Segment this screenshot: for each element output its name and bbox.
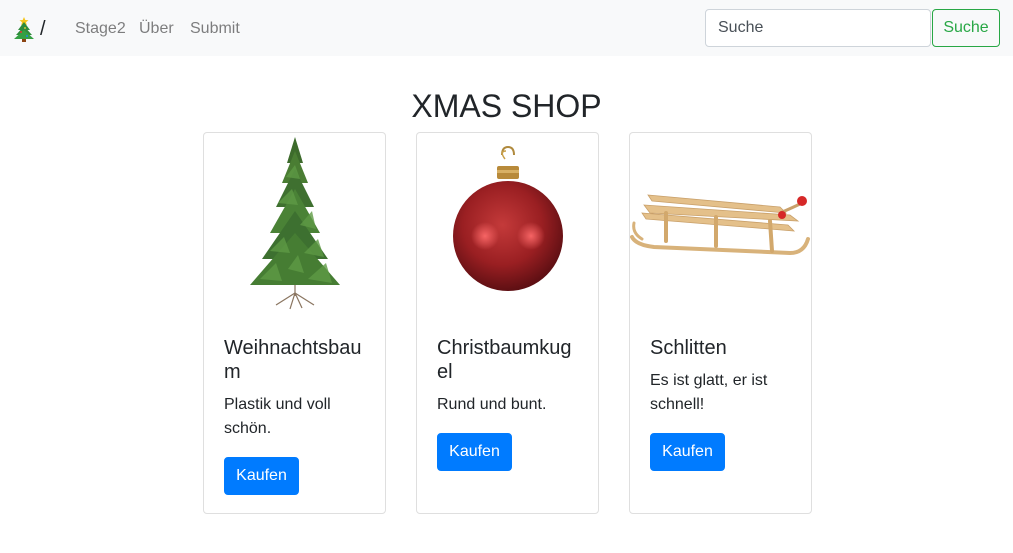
product-description: Es ist glatt, er ist schnell! <box>650 372 768 413</box>
product-title: Schlitten <box>650 337 727 359</box>
search-button[interactable]: Suche <box>932 9 1000 47</box>
product-card: Schlitten Es ist glatt, er ist schnell! … <box>629 132 812 514</box>
card-body: Schlitten Es ist glatt, er ist schnell! … <box>650 336 793 471</box>
navbar-brand[interactable]: / <box>14 15 46 43</box>
christmas-tree-image <box>250 137 340 310</box>
card-body: Christbaumkugel Rund und bunt. Kaufen <box>437 336 580 471</box>
search-input[interactable] <box>705 9 931 47</box>
buy-button[interactable]: Kaufen <box>437 433 512 471</box>
product-description: Plastik und voll schön. <box>224 396 331 437</box>
nav-link-submit[interactable]: Submit <box>190 18 240 40</box>
sled-image <box>630 194 810 256</box>
nav-link-stage2[interactable]: Stage2 <box>75 18 126 40</box>
buy-button[interactable]: Kaufen <box>650 433 725 471</box>
product-card: Weihnachtsbaum Plastik und voll schön. K… <box>203 132 386 514</box>
navbar: / Stage2 Über Submit Suche <box>0 0 1013 56</box>
product-description: Rund und bunt. <box>437 396 547 413</box>
navbar-brand-text: / <box>40 18 46 40</box>
ornament-ball-image <box>453 145 563 291</box>
nav-link-uber[interactable]: Über <box>139 18 174 40</box>
product-title: Christbaumkugel <box>437 337 572 383</box>
christmas-tree-icon <box>14 17 34 42</box>
product-title: Weihnachtsbaum <box>224 337 362 383</box>
page-title: XMAS SHOP <box>411 88 602 124</box>
card-body: Weihnachtsbaum Plastik und voll schön. K… <box>224 336 367 495</box>
buy-button[interactable]: Kaufen <box>224 457 299 495</box>
product-card: Christbaumkugel Rund und bunt. Kaufen <box>416 132 599 514</box>
